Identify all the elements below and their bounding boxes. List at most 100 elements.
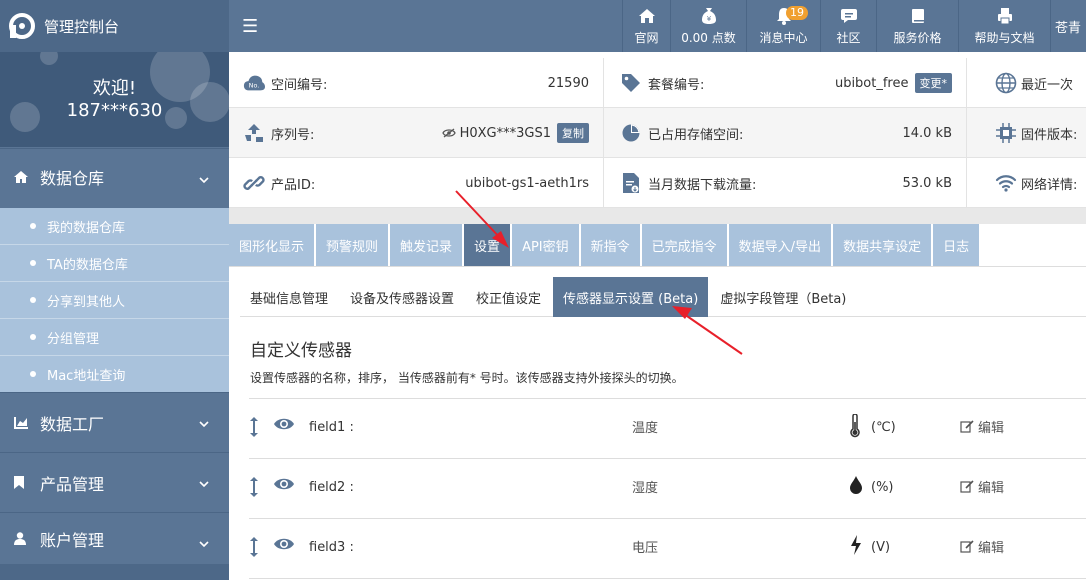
sidebar-section-product-management[interactable]: 产品管理 xyxy=(0,452,229,512)
edit-icon xyxy=(960,420,974,433)
tab-api-key[interactable]: API密钥 xyxy=(512,224,579,266)
sensor-row: field3 : 电压 (V) 编辑 xyxy=(249,518,1086,578)
tab-trigger-log[interactable]: 触发记录 xyxy=(390,224,463,266)
storage-value: 14.0 kB xyxy=(902,125,952,141)
sidebar-section-account-management[interactable]: 账户管理 xyxy=(0,512,229,564)
device-tabs: 图形化显示 预警规则 触发记录 设置 API密钥 新指令 已完成指令 数据导入/… xyxy=(229,224,981,266)
sensor-unit: (℃) xyxy=(871,420,896,435)
subtab-basic-info[interactable]: 基础信息管理 xyxy=(240,277,338,317)
edit-sensor-button[interactable]: 编辑 xyxy=(960,537,1004,556)
bullet-icon xyxy=(30,297,36,303)
home-icon xyxy=(14,169,30,185)
sidebar-section-label: 账户管理 xyxy=(40,530,105,550)
pie-chart-icon xyxy=(620,122,642,144)
edit-sensor-button[interactable]: 编辑 xyxy=(960,417,1004,436)
nav-user[interactable]: 苍青 xyxy=(1050,0,1086,52)
sort-handle-icon[interactable] xyxy=(249,416,259,442)
info-divider xyxy=(229,208,1086,224)
tab-settings[interactable]: 设置 xyxy=(464,224,511,266)
sidebar-item-label: 分享到其他人 xyxy=(47,294,126,310)
brand-title: 管理控制台 xyxy=(44,17,120,36)
eye-icon[interactable] xyxy=(273,477,295,495)
chip-icon xyxy=(995,122,1017,144)
sidebar-item-label: 分组管理 xyxy=(47,331,100,347)
tab-graph[interactable]: 图形化显示 xyxy=(229,224,315,266)
sidebar-item-ta-warehouse[interactable]: TA的数据仓库 xyxy=(0,245,229,282)
copy-serial-button[interactable]: 复制 xyxy=(557,123,589,143)
welcome-text: 欢迎! xyxy=(92,78,137,99)
subtab-device-sensor[interactable]: 设备及传感器设置 xyxy=(340,277,464,317)
eye-slash-icon[interactable] xyxy=(441,128,456,138)
book-icon xyxy=(910,6,926,26)
bolt-icon xyxy=(849,534,863,560)
serial-value-group: H0XG***3GS1 复制 xyxy=(441,123,589,143)
brand-logo-icon xyxy=(8,12,36,40)
download-label: 当月数据下载流量: xyxy=(648,177,757,193)
edit-label: 编辑 xyxy=(978,481,1005,496)
user-id: 187***630 xyxy=(66,100,163,121)
sensor-unit: (%) xyxy=(871,480,894,495)
product-label: 产品ID: xyxy=(271,177,316,193)
sensor-field-name: field2 : xyxy=(309,480,354,495)
globe-icon xyxy=(995,72,1017,94)
sidebar-section-label: 数据仓库 xyxy=(40,168,105,188)
tab-import-export[interactable]: 数据导入/导出 xyxy=(728,224,832,266)
sidebar-section-label: 数据工厂 xyxy=(40,414,105,434)
tab-new-command[interactable]: 新指令 xyxy=(580,224,640,266)
serial-value: H0XG***3GS1 xyxy=(459,125,551,141)
edit-sensor-button[interactable]: 编辑 xyxy=(960,477,1004,496)
tab-data-sharing[interactable]: 数据共享设定 xyxy=(833,224,932,266)
sidebar-item-groups[interactable]: 分组管理 xyxy=(0,319,229,356)
nav-help[interactable]: 帮助与文档 xyxy=(958,0,1050,52)
home-icon xyxy=(638,6,656,26)
sidebar-item-share[interactable]: 分享到其他人 xyxy=(0,282,229,319)
welcome-panel: 欢迎! 187***630 xyxy=(0,52,229,147)
subtab-virtual-fields[interactable]: 虚拟字段管理（Beta) xyxy=(710,277,856,317)
thermometer-icon xyxy=(849,413,861,442)
nav-messages[interactable]: 19 消息中心 xyxy=(746,0,820,52)
sort-handle-icon[interactable] xyxy=(249,476,259,502)
eye-icon[interactable] xyxy=(273,537,295,555)
eye-icon[interactable] xyxy=(273,417,295,435)
subtab-sensor-display[interactable]: 传感器显示设置 (Beta) xyxy=(553,277,709,317)
bullet-icon xyxy=(30,223,36,229)
info-network: 网络详情: xyxy=(967,158,1086,208)
nav-points[interactable]: ¥ 0.00 点数 xyxy=(670,0,746,52)
nav-home[interactable]: 官网 xyxy=(622,0,670,52)
chevron-down-icon xyxy=(199,473,209,492)
svg-text:No.: No. xyxy=(249,82,260,90)
sensor-row: field1 : 温度 (℃) 编辑 xyxy=(249,398,1086,458)
info-row: No. 空间编号: 21590 套餐编号: ubibot_free 变更* 最近… xyxy=(229,58,1086,108)
chevron-down-icon xyxy=(199,533,209,552)
chart-icon xyxy=(14,415,30,431)
sidebar-section-data-factory[interactable]: 数据工厂 xyxy=(0,392,229,452)
sensor-field-name: field3 : xyxy=(309,540,354,555)
sort-handle-icon[interactable] xyxy=(249,536,259,562)
wifi-icon xyxy=(995,172,1017,194)
sidebar-item-mac-lookup[interactable]: Mac地址查询 xyxy=(0,356,229,393)
nav-community[interactable]: 社区 xyxy=(820,0,876,52)
no-cloud-icon: No. xyxy=(243,72,265,94)
brand[interactable]: 管理控制台 xyxy=(0,0,229,52)
edit-label: 编辑 xyxy=(978,541,1005,556)
device-info-panel: No. 空间编号: 21590 套餐编号: ubibot_free 变更* 最近… xyxy=(229,52,1086,208)
menu-toggle-icon[interactable]: ☰ xyxy=(242,16,258,37)
nav-pricing[interactable]: 服务价格 xyxy=(876,0,958,52)
sensor-field-name: field1 : xyxy=(309,420,354,435)
sensor-type: 电压 xyxy=(632,541,659,556)
info-serial: 序列号: H0XG***3GS1 复制 xyxy=(229,108,604,158)
storage-label: 已占用存储空间: xyxy=(648,127,744,143)
tab-log[interactable]: 日志 xyxy=(933,224,980,266)
change-plan-button[interactable]: 变更* xyxy=(914,73,952,93)
info-row: 序列号: H0XG***3GS1 复制 已占用存储空间: 14.0 kB 固件版… xyxy=(229,108,1086,158)
sidebar-section-data-warehouse[interactable]: 数据仓库 xyxy=(0,148,229,204)
table-bottom-border xyxy=(249,578,1086,579)
nav-community-label: 社区 xyxy=(836,31,861,45)
tab-alerts[interactable]: 预警规则 xyxy=(316,224,389,266)
money-bag-icon: ¥ xyxy=(701,6,717,26)
serial-label: 序列号: xyxy=(271,127,315,143)
tab-completed-commands[interactable]: 已完成指令 xyxy=(641,224,727,266)
subtab-calibration[interactable]: 校正值设定 xyxy=(466,277,551,317)
sidebar-item-my-warehouse[interactable]: 我的数据仓库 xyxy=(0,208,229,245)
space-value: 21590 xyxy=(547,75,589,91)
